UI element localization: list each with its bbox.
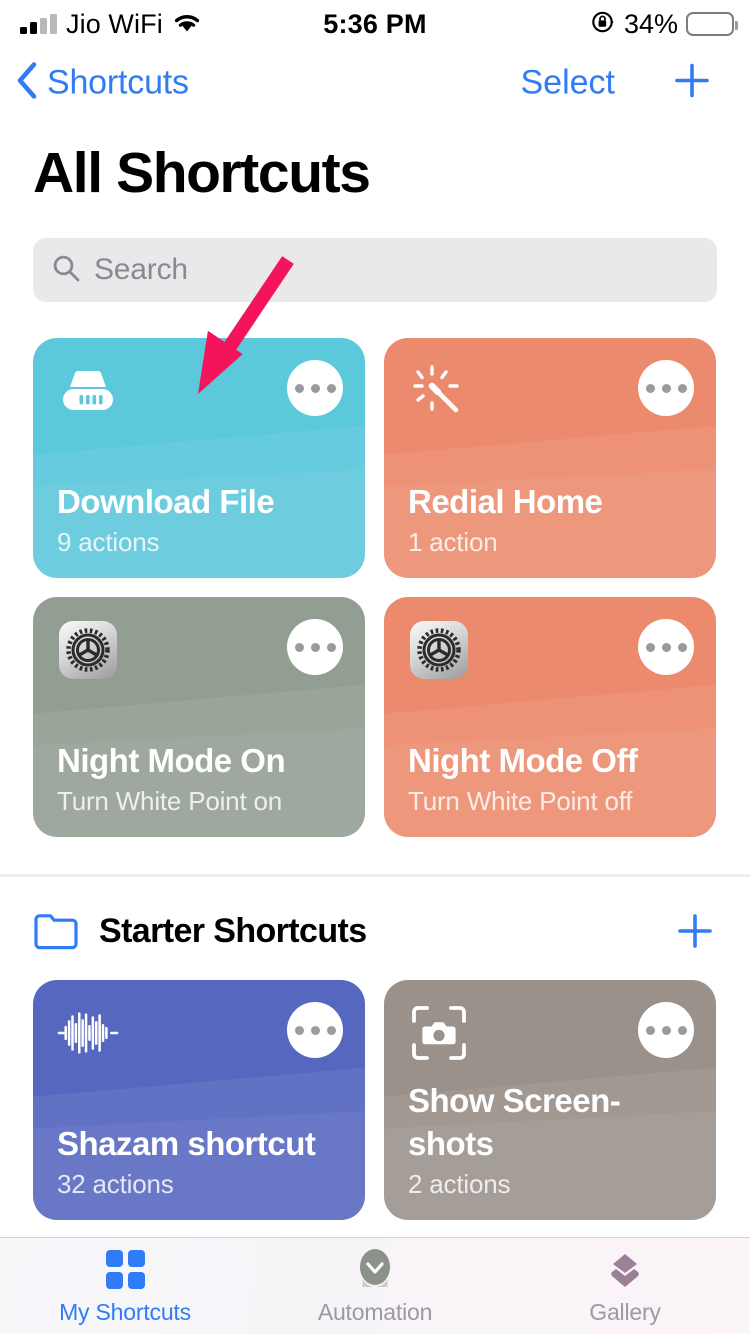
card-title: Night Mode Off: [408, 742, 638, 780]
card-subtitle: Turn White Point on: [57, 786, 283, 816]
rotation-lock-icon: [590, 9, 616, 40]
card-title: Download File: [57, 483, 275, 521]
tab-label: Gallery: [589, 1298, 661, 1325]
search-field[interactable]: Search: [33, 238, 717, 302]
card-more-button[interactable]: [638, 360, 694, 416]
back-button-label: Shortcuts: [47, 63, 189, 102]
battery-percent-label: 34%: [623, 8, 678, 39]
tab-label: My Shortcuts: [59, 1298, 191, 1325]
card-subtitle: 2 actions: [408, 1169, 511, 1199]
shortcut-card-shazam-shortcut[interactable]: Shazam shortcut 32 actions: [33, 980, 365, 1220]
tab-my-shortcuts[interactable]: My Shortcuts: [0, 1238, 250, 1334]
settings-app-icon: [57, 619, 119, 681]
page-title: All Shortcuts: [33, 141, 371, 205]
card-title: Night Mode On: [57, 742, 286, 780]
shortcut-card-download-file[interactable]: Download File 9 actions: [33, 338, 365, 578]
search-placeholder: Search: [94, 253, 188, 286]
card-subtitle: 1 action: [408, 527, 498, 557]
add-shortcut-button[interactable]: [670, 59, 714, 108]
shortcut-card-redial-home[interactable]: Redial Home 1 action: [384, 338, 716, 578]
card-title: Shazam shortcut: [57, 1125, 316, 1163]
folder-icon: [33, 912, 79, 950]
waveform-icon: [57, 1002, 119, 1064]
plus-icon: [675, 63, 709, 98]
section-divider: [0, 874, 750, 877]
shortcut-card-night-mode-off[interactable]: Night Mode Off Turn White Point off: [384, 597, 716, 837]
starter-shortcuts-header: Starter Shortcuts: [33, 900, 717, 962]
status-bar: Jio WiFi 5:36 PM 34%: [0, 0, 750, 48]
nav-bar: Shortcuts Select: [0, 48, 750, 118]
card-subtitle: Turn White Point off: [408, 786, 633, 816]
card-more-button[interactable]: [287, 360, 343, 416]
card-more-button[interactable]: [287, 1002, 343, 1058]
starter-shortcuts-grid: Shazam shortcut 32 actions Show Screen-s…: [33, 980, 717, 1220]
select-button[interactable]: Select: [521, 64, 616, 103]
back-button[interactable]: Shortcuts: [16, 62, 189, 105]
shortcut-card-show-screenshots[interactable]: Show Screen-shots 2 actions: [384, 980, 716, 1220]
tab-automation[interactable]: Automation: [250, 1238, 500, 1334]
card-more-button[interactable]: [287, 619, 343, 675]
add-to-folder-button[interactable]: [673, 909, 717, 953]
card-title: Redial Home: [408, 483, 603, 521]
chevron-left-icon: [16, 62, 38, 105]
automation-check-icon: [354, 1247, 396, 1293]
all-shortcuts-grid: Download File 9 actions Redial Home 1 ac…: [33, 338, 717, 837]
card-more-button[interactable]: [638, 619, 694, 675]
card-subtitle: 9 actions: [57, 527, 160, 557]
status-bar-right: 34%: [590, 8, 738, 40]
magic-wand-icon: [408, 360, 470, 422]
grid-squares-icon: [105, 1247, 145, 1293]
server-drive-icon: [57, 360, 119, 422]
search-icon: [51, 253, 81, 288]
stacked-layers-icon: [604, 1247, 646, 1293]
plus-icon: [678, 914, 712, 948]
card-more-button[interactable]: [638, 1002, 694, 1058]
card-subtitle: 32 actions: [57, 1169, 174, 1199]
battery-icon: [686, 12, 738, 36]
tab-gallery[interactable]: Gallery: [500, 1238, 750, 1334]
tab-label: Automation: [317, 1298, 433, 1325]
card-title: Show Screen-shots: [408, 1081, 621, 1163]
screenshot-camera-icon: [408, 1002, 470, 1064]
tab-bar: My Shortcuts Automation Gallery: [0, 1237, 750, 1334]
section-title: Starter Shortcuts: [99, 911, 367, 950]
settings-app-icon: [408, 619, 470, 681]
shortcut-card-night-mode-on[interactable]: Night Mode On Turn White Point on: [33, 597, 365, 837]
